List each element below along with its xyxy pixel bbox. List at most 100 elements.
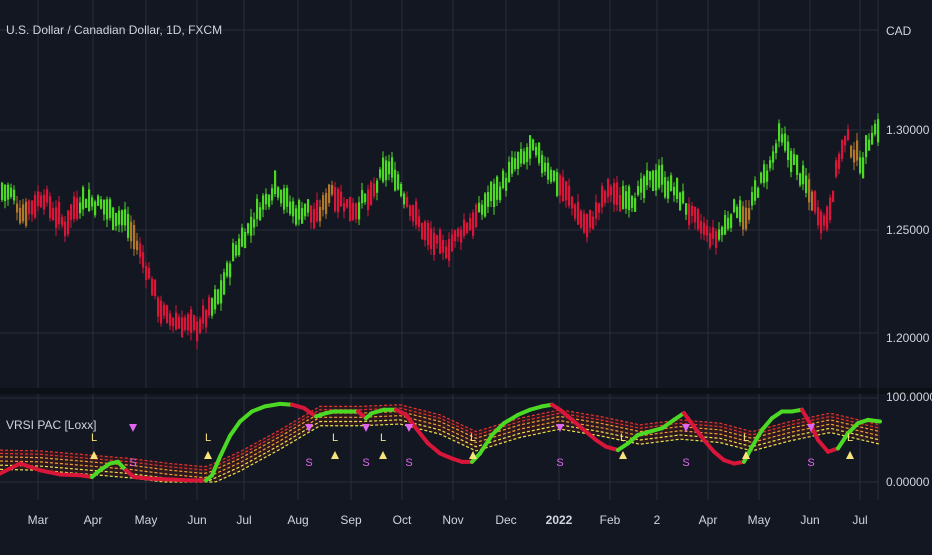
price-candle [826, 206, 829, 230]
price-candle [214, 289, 217, 310]
price-candle [760, 172, 763, 183]
price-candle [358, 202, 361, 220]
price-candle [532, 139, 535, 151]
price-candle [199, 319, 202, 333]
price-candle [691, 205, 694, 216]
price-candle [322, 195, 325, 211]
short-signal-arrow [405, 424, 413, 432]
time-axis[interactable]: Mar Apr May Jun Jul Aug Sep Oct Nov Dec 2022 Feb 2 Ap… [28, 513, 868, 527]
price-candle [277, 187, 280, 198]
price-candle [154, 279, 157, 297]
indicator-title[interactable]: VRSI PAC [Loxx] [6, 418, 96, 432]
price-candle [97, 195, 100, 206]
price-candle [454, 230, 457, 242]
price-candle [805, 175, 808, 193]
price-candle [190, 309, 193, 333]
price-candle [775, 143, 778, 154]
price-candle [367, 189, 370, 210]
price-candle [628, 186, 631, 211]
price-candle [112, 207, 115, 231]
price-candle [538, 142, 541, 164]
price-candle [418, 216, 421, 228]
price-candle [529, 135, 532, 159]
long-signal-arrow [619, 451, 627, 459]
price-candle [781, 134, 784, 143]
chart-area[interactable]: L S L S L S L S L S L S L S L 1.30000 1.25000 1.20000 100… [0, 0, 932, 550]
long-signal-arrow [379, 451, 387, 459]
time-tick-label: 2022 [546, 513, 573, 527]
price-candle [337, 188, 340, 213]
time-tick-label: Jul [852, 513, 867, 527]
price-candle [76, 197, 79, 219]
price-candle [172, 317, 175, 327]
price-candle [370, 182, 373, 205]
price-candle [325, 193, 328, 215]
price-candle [751, 192, 754, 206]
price-candle [457, 228, 460, 237]
price-candle [244, 232, 247, 249]
price-candle [850, 145, 853, 158]
price-candle [508, 161, 511, 182]
price-candle [109, 199, 112, 218]
price-candle [847, 129, 850, 140]
price-candle [487, 191, 490, 207]
price-candle [415, 201, 418, 225]
price-candle [583, 213, 586, 233]
price-candle [817, 207, 820, 226]
short-signal-label: S [362, 457, 369, 469]
time-tick-label: May [135, 513, 158, 527]
price-candle [331, 185, 334, 195]
price-candle [466, 222, 469, 233]
price-candle [631, 196, 634, 208]
long-signal-arrow [331, 451, 339, 459]
price-candle [268, 194, 271, 207]
price-candle [151, 278, 154, 296]
price-candle [175, 312, 178, 330]
price-candle [319, 206, 322, 222]
price-candle [178, 316, 181, 329]
chart-canvas[interactable]: L S L S L S L S L S L S L S L 1.30000 1.25000 1.20000 100… [0, 0, 932, 550]
price-candle [778, 123, 781, 142]
price-candle [574, 204, 577, 219]
price-candle [148, 267, 151, 279]
price-candle [586, 214, 589, 238]
price-axis[interactable]: 1.30000 1.25000 1.20000 100.00000 0.00000 [886, 123, 932, 489]
price-candle [844, 135, 847, 146]
price-candle [793, 154, 796, 165]
vrsi-line-segment [132, 474, 152, 481]
price-candle [577, 201, 580, 225]
price-candle [664, 177, 667, 198]
time-tick-label: Nov [442, 513, 463, 527]
price-candle [250, 216, 253, 236]
time-tick-label: Oct [393, 513, 412, 527]
price-candle [406, 197, 409, 207]
price-candle [745, 207, 748, 230]
price-candle [187, 314, 190, 331]
price-candle [70, 204, 73, 220]
price-candle [652, 170, 655, 191]
price-candle [589, 209, 592, 228]
price-candle [553, 170, 556, 181]
price-candle [19, 207, 22, 224]
price-candle [241, 227, 244, 247]
long-signal-label: L [743, 432, 749, 444]
price-candle [526, 147, 529, 162]
price-candle [49, 196, 52, 218]
price-candle [601, 185, 604, 208]
time-tick-label: Apr [84, 513, 103, 527]
price-candle [721, 226, 724, 236]
price-candle [634, 198, 637, 212]
price-candle [256, 198, 259, 220]
price-candle [460, 229, 463, 243]
price-candle [622, 185, 625, 210]
price-candle [742, 206, 745, 230]
price-candle [511, 157, 514, 174]
price-candle [25, 201, 28, 226]
price-candle [376, 180, 379, 193]
price-candle [13, 189, 16, 201]
price-candle [163, 304, 166, 316]
price-candle [484, 193, 487, 217]
price-candle [100, 199, 103, 209]
price-candle [559, 175, 562, 196]
price-candle [166, 305, 169, 323]
